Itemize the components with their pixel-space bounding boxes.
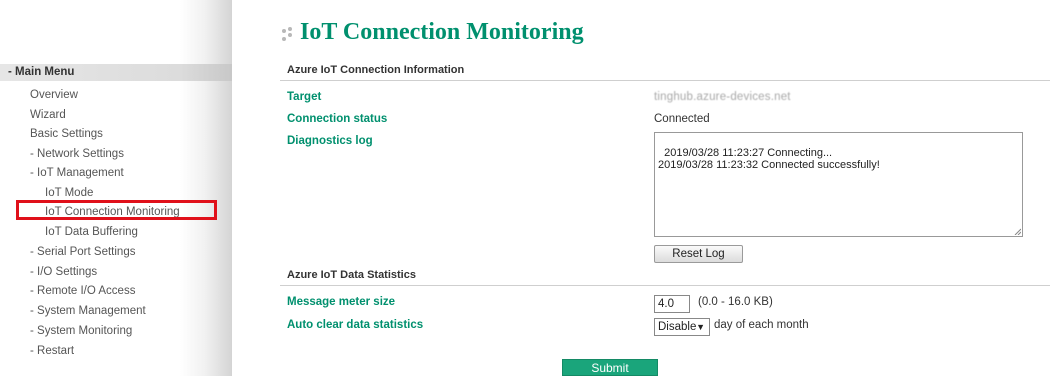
title-dots-icon bbox=[282, 27, 298, 43]
message-meter-size-input[interactable]: 4.0 bbox=[654, 295, 690, 313]
sidebar-item-restart[interactable]: - Restart bbox=[30, 344, 74, 358]
sidebar-item-remote-io-access[interactable]: - Remote I/O Access bbox=[30, 284, 135, 298]
sidebar-item-network-settings[interactable]: - Network Settings bbox=[30, 147, 124, 161]
sidebar-item-serial-port-settings[interactable]: - Serial Port Settings bbox=[30, 245, 135, 259]
main-menu-header[interactable]: - Main Menu bbox=[0, 64, 232, 81]
sidebar: - Main Menu Overview Wizard Basic Settin… bbox=[0, 0, 232, 376]
data-statistics-heading: Azure IoT Data Statistics bbox=[280, 265, 1050, 286]
diagnostics-log-textarea[interactable]: 2019/03/28 11:23:27 Connecting... 2019/0… bbox=[654, 132, 1023, 237]
sidebar-item-iot-data-buffering[interactable]: IoT Data Buffering bbox=[45, 225, 138, 239]
submit-button[interactable]: Submit bbox=[562, 359, 658, 376]
sidebar-item-system-monitoring[interactable]: - System Monitoring bbox=[30, 324, 132, 338]
sidebar-item-system-management[interactable]: - System Management bbox=[30, 304, 146, 318]
diagnostics-log-label: Diagnostics log bbox=[287, 135, 373, 147]
dropdown-arrow-icon: ▼ bbox=[696, 322, 705, 332]
diagnostics-log-text: 2019/03/28 11:23:27 Connecting... 2019/0… bbox=[658, 147, 880, 171]
selected-item-highlight bbox=[16, 200, 217, 220]
connection-info-heading: Azure IoT Connection Information bbox=[280, 60, 1050, 81]
reset-log-button[interactable]: Reset Log bbox=[654, 245, 743, 263]
sidebar-item-wizard[interactable]: Wizard bbox=[30, 108, 66, 122]
sidebar-item-iot-management[interactable]: - IoT Management bbox=[30, 166, 124, 180]
resize-grip-icon[interactable] bbox=[1013, 227, 1021, 235]
connection-status-value: Connected bbox=[654, 113, 710, 125]
auto-clear-suffix: day of each month bbox=[714, 319, 809, 331]
auto-clear-label: Auto clear data statistics bbox=[287, 319, 424, 331]
target-value: tinghub.azure-devices.net bbox=[654, 91, 791, 103]
sidebar-item-iot-mode[interactable]: IoT Mode bbox=[45, 186, 93, 200]
sidebar-item-overview[interactable]: Overview bbox=[30, 88, 78, 102]
message-meter-size-range: (0.0 - 16.0 KB) bbox=[698, 296, 773, 308]
sidebar-item-basic-settings[interactable]: Basic Settings bbox=[30, 127, 103, 141]
page-title: IoT Connection Monitoring bbox=[300, 19, 584, 45]
connection-status-label: Connection status bbox=[287, 113, 388, 125]
message-meter-size-label: Message meter size bbox=[287, 296, 396, 308]
sidebar-item-io-settings[interactable]: - I/O Settings bbox=[30, 265, 97, 279]
auto-clear-selected-value: Disable bbox=[658, 321, 697, 333]
target-label: Target bbox=[287, 91, 322, 103]
auto-clear-select[interactable]: Disable ▼ bbox=[654, 318, 710, 336]
